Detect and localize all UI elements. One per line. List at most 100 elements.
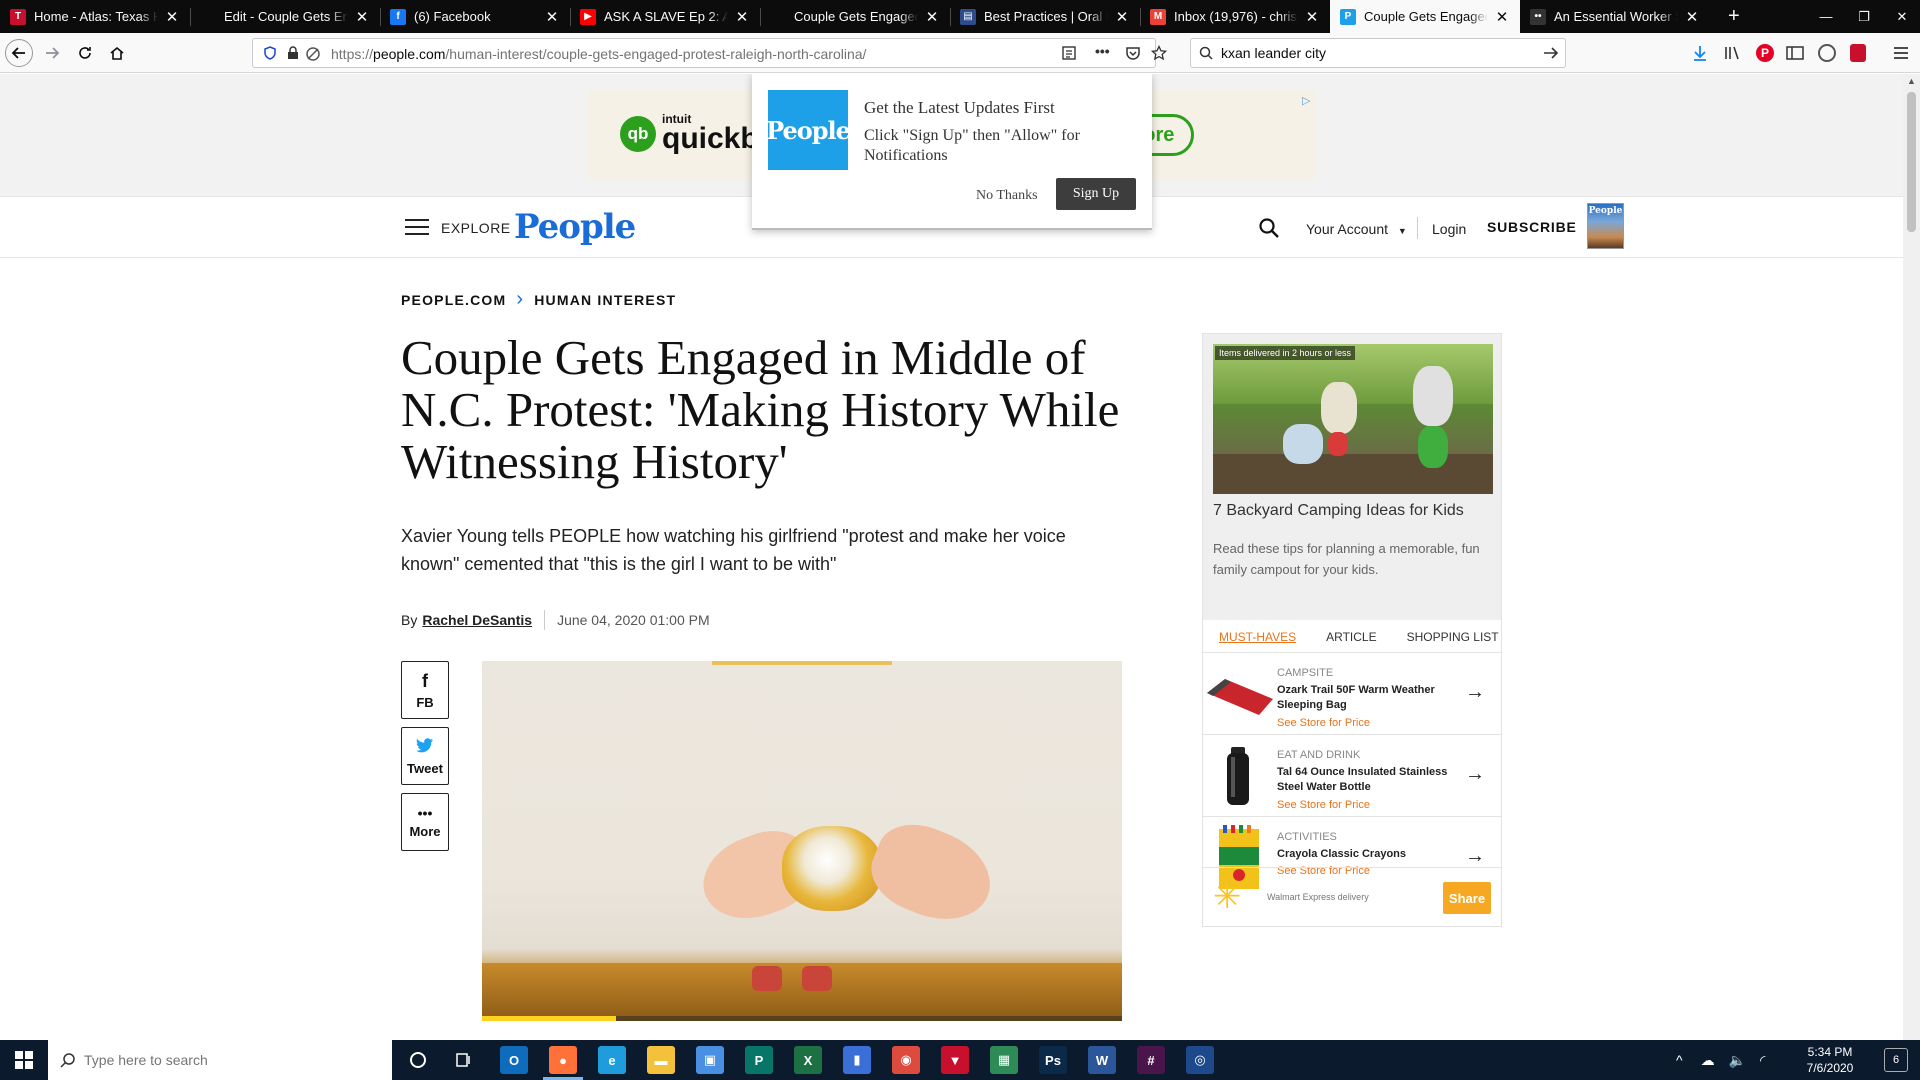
sidebar-icon[interactable] — [1786, 45, 1804, 61]
lock-icon[interactable] — [287, 46, 299, 60]
app-red-icon[interactable]: ▼ — [941, 1046, 969, 1074]
firefox-icon[interactable]: ● — [549, 1046, 577, 1074]
product-row[interactable]: EAT AND DRINK Tal 64 Ounce Insulated Sta… — [1203, 734, 1501, 816]
outlook-icon[interactable]: O — [500, 1046, 528, 1074]
url-text[interactable]: https://people.com/human-interest/couple… — [331, 46, 866, 62]
shield-icon[interactable] — [263, 46, 277, 60]
browser-tab[interactable]: Couple Gets Engaged During ✕ — [760, 0, 950, 33]
tab-close-icon[interactable]: ✕ — [1114, 8, 1130, 26]
camping-kids-image[interactable]: Items delivered in 2 hours or less — [1213, 344, 1493, 494]
hero-video[interactable] — [482, 661, 1122, 1021]
browser-tab[interactable]: P Couple Gets Engaged Du ✕ — [1330, 0, 1520, 33]
page-scrollbar[interactable]: ▲ — [1903, 74, 1920, 1040]
product-name[interactable]: Crayola Classic Crayons — [1277, 847, 1457, 862]
scroll-thumb[interactable] — [1907, 92, 1916, 232]
tray-chevron-up-icon[interactable]: ^ — [1676, 1052, 1683, 1068]
back-button[interactable] — [5, 39, 33, 67]
tab-shopping-list[interactable]: SHOPPING LIST — [1377, 630, 1499, 652]
extension-icon[interactable] — [1850, 44, 1866, 62]
restore-button[interactable]: ❐ — [1846, 0, 1882, 33]
publisher-icon[interactable]: P — [745, 1046, 773, 1074]
close-window-button[interactable]: ✕ — [1884, 0, 1920, 33]
widget-share-button[interactable]: Share — [1443, 882, 1491, 914]
breadcrumb-section[interactable]: HUMAN INTEREST — [534, 292, 676, 308]
scroll-up-icon[interactable]: ▲ — [1907, 76, 1916, 86]
go-arrow-icon[interactable] — [1543, 46, 1559, 60]
tab-close-icon[interactable]: ✕ — [544, 8, 560, 26]
subscribe-link[interactable]: SUBSCRIBE — [1487, 219, 1577, 235]
browser-tab[interactable]: M Inbox (19,976) - christina ✕ — [1140, 0, 1330, 33]
downloads-icon[interactable] — [1692, 45, 1708, 61]
tab-close-icon[interactable]: ✕ — [164, 8, 180, 26]
product-name[interactable]: Tal 64 Ounce Insulated Stainless Steel W… — [1277, 765, 1457, 795]
new-tab-button[interactable]: + — [1718, 0, 1754, 33]
product-row[interactable]: CAMPSITE Ozark Trail 50F Warm Weather Sl… — [1203, 652, 1501, 734]
browser-tab[interactable]: f (6) Facebook ✕ — [380, 0, 570, 33]
wifi-icon[interactable]: ◜ — [1760, 1052, 1765, 1069]
search-bar[interactable] — [1190, 38, 1566, 68]
sign-up-button[interactable]: Sign Up — [1056, 178, 1136, 210]
browser-tab[interactable]: ▶ ASK A SLAVE Ep 2: Aboliti ✕ — [570, 0, 760, 33]
share-tweet-button[interactable]: Tweet — [401, 727, 449, 785]
excel-icon[interactable]: X — [794, 1046, 822, 1074]
tab-article[interactable]: ARTICLE — [1296, 630, 1376, 652]
edge-icon[interactable]: e — [598, 1046, 626, 1074]
cortana-icon[interactable] — [404, 1046, 432, 1074]
minimize-button[interactable]: — — [1808, 0, 1844, 33]
reload-button[interactable] — [71, 39, 99, 67]
library-icon[interactable] — [1724, 45, 1742, 61]
file-explorer-icon[interactable]: ▬ — [647, 1046, 675, 1074]
permissions-icon[interactable] — [305, 46, 321, 62]
tab-must-haves[interactable]: MUST-HAVES — [1203, 630, 1296, 652]
arrow-right-icon[interactable]: → — [1465, 763, 1485, 786]
widget-feature[interactable]: Items delivered in 2 hours or less 7 Bac… — [1203, 334, 1501, 620]
no-thanks-button[interactable]: No Thanks — [976, 188, 1038, 204]
browser-tab[interactable]: T Home - Atlas: Texas Hist ✕ — [0, 0, 190, 33]
tab-close-icon[interactable]: ✕ — [1684, 8, 1700, 26]
pocket-icon[interactable] — [1125, 45, 1141, 61]
author-link[interactable]: Rachel DeSantis — [422, 612, 532, 628]
share-more-button[interactable]: ••• More — [401, 793, 449, 851]
share-facebook-button[interactable]: f FB — [401, 661, 449, 719]
product-name[interactable]: Ozark Trail 50F Warm Weather Sleeping Ba… — [1277, 683, 1457, 713]
product-price[interactable]: See Store for Price — [1277, 717, 1370, 729]
tab-close-icon[interactable]: ✕ — [1494, 8, 1510, 26]
tab-close-icon[interactable]: ✕ — [1304, 8, 1320, 26]
product-price[interactable]: See Store for Price — [1277, 799, 1370, 811]
search-input[interactable] — [1221, 45, 1521, 61]
page-actions-icon[interactable]: ••• — [1095, 43, 1110, 59]
arrow-right-icon[interactable]: → — [1465, 681, 1485, 704]
browser-tab[interactable]: Edit - Couple Gets Engaged D ✕ — [190, 0, 380, 33]
arrow-right-icon[interactable]: → — [1465, 845, 1485, 868]
onedrive-icon[interactable]: ☁ — [1701, 1052, 1715, 1069]
task-view-icon[interactable] — [450, 1046, 478, 1074]
home-button[interactable] — [103, 39, 131, 67]
hamburger-icon[interactable] — [405, 219, 429, 237]
app-green-icon[interactable]: ▦ — [990, 1046, 1018, 1074]
word-icon[interactable]: W — [1088, 1046, 1116, 1074]
taskbar-clock[interactable]: 5:34 PM 7/6/2020 — [1790, 1044, 1870, 1076]
site-logo[interactable]: People — [514, 207, 636, 247]
pinterest-icon[interactable]: P — [1756, 44, 1774, 62]
url-bar[interactable]: https://people.com/human-interest/couple… — [252, 38, 1167, 68]
tab-close-icon[interactable]: ✕ — [734, 8, 750, 26]
magazine-cover-thumbnail[interactable]: People — [1587, 203, 1624, 249]
widget-article-title[interactable]: 7 Backyard Camping Ideas for Kids — [1213, 502, 1493, 520]
menu-icon[interactable] — [1892, 45, 1910, 61]
your-account-menu[interactable]: Your Account ▼ — [1306, 221, 1407, 237]
explore-menu-button[interactable]: EXPLORE — [441, 220, 511, 236]
browser-tab[interactable]: •• An Essential Worker Sha ✕ — [1520, 0, 1710, 33]
slack-icon[interactable]: # — [1137, 1046, 1165, 1074]
login-link[interactable]: Login — [1432, 221, 1466, 237]
forward-button[interactable] — [38, 39, 66, 67]
breadcrumb-home[interactable]: PEOPLE.COM — [401, 292, 506, 308]
browser-tab[interactable]: ▤ Best Practices | Oral Hist ✕ — [950, 0, 1140, 33]
site-search-icon[interactable] — [1258, 217, 1280, 239]
tab-close-icon[interactable]: ✕ — [354, 8, 370, 26]
start-button[interactable] — [0, 1040, 48, 1080]
app-circle-icon[interactable]: ◎ — [1186, 1046, 1214, 1074]
photoshop-icon[interactable]: Ps — [1039, 1046, 1067, 1074]
chrome-icon[interactable]: ◉ — [892, 1046, 920, 1074]
action-center-icon[interactable]: 6 — [1884, 1048, 1908, 1072]
adchoices-icon[interactable]: ▷ — [1302, 94, 1310, 107]
